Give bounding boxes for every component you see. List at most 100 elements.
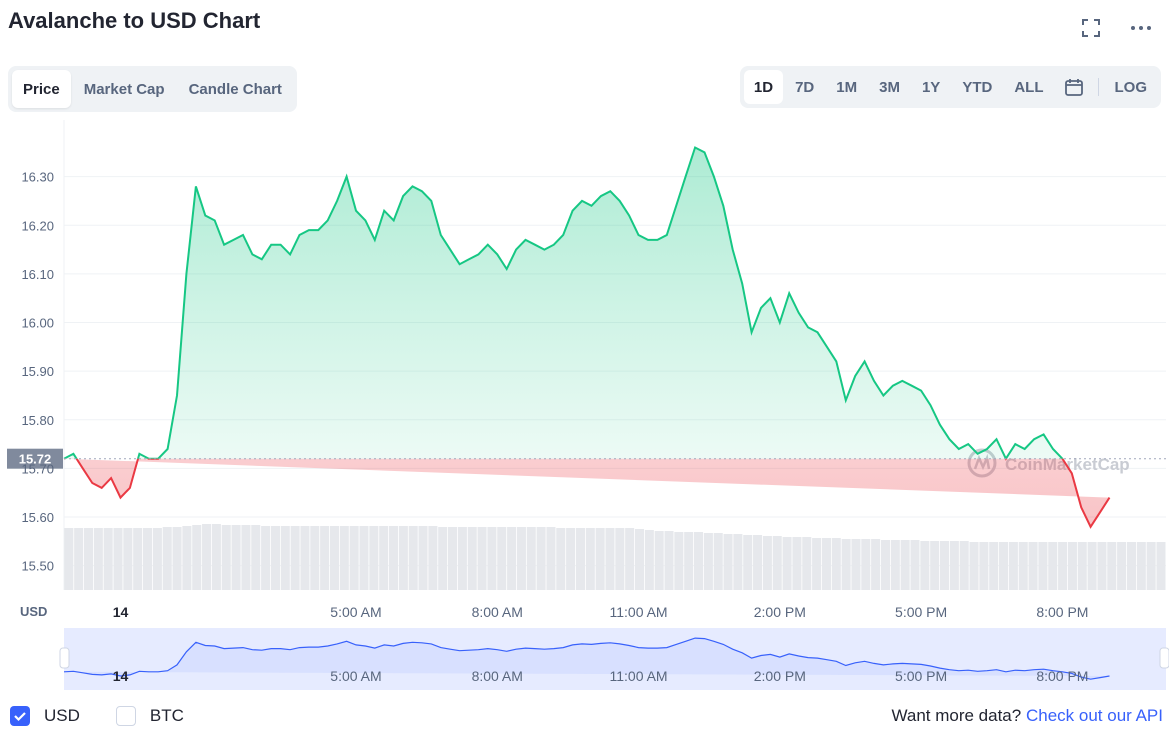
volume-bar — [1058, 542, 1068, 590]
currency-legend: USD BTC — [10, 706, 208, 726]
volume-bar — [605, 528, 615, 590]
volume-bar — [408, 526, 418, 590]
volume-bar — [83, 528, 94, 590]
range-navigator[interactable]: 14 5:00 AM 8:00 AM 11:00 AM 2:00 PM 5:00 PM 8:… — [59, 628, 1169, 690]
volume-bar — [123, 528, 133, 590]
x-axis-ticks: 14 5:00 AM 8:00 AM 11:00 AM 2:00 PM 5:00 PM 8:… — [113, 604, 1089, 620]
volume-bar — [398, 526, 408, 590]
navigator-right-handle[interactable] — [1159, 647, 1169, 669]
volume-bar — [113, 528, 123, 590]
volume-bar — [507, 527, 517, 590]
tab-price[interactable]: Price — [12, 70, 71, 108]
log-toggle[interactable]: LOG — [1105, 70, 1158, 104]
volume-bar — [64, 528, 74, 590]
volume-bar — [202, 524, 212, 590]
volume-bar — [930, 541, 940, 590]
volume-bar — [290, 526, 300, 590]
x-tick-label: 5:00 AM — [330, 604, 381, 620]
volume-bar — [979, 542, 989, 590]
y-tick-label: 15.80 — [21, 413, 54, 428]
range-1m[interactable]: 1M — [826, 70, 867, 104]
volume-bar — [280, 526, 290, 590]
x-tick-label: 8:00 AM — [472, 604, 523, 620]
volume-bar — [871, 539, 881, 590]
more-icon[interactable] — [1127, 14, 1155, 42]
volume-bar — [831, 538, 841, 590]
volume-bar — [103, 528, 113, 590]
volume-bar — [959, 541, 969, 590]
volume-bar — [143, 528, 153, 590]
navigator-left-handle[interactable] — [59, 647, 70, 669]
volume-bar — [310, 526, 320, 590]
api-link[interactable]: Check out our API — [1026, 706, 1163, 725]
volume-bar — [1067, 542, 1077, 590]
legend-item-btc[interactable]: BTC — [115, 706, 184, 726]
volume-bar — [162, 527, 172, 590]
legend-item-usd[interactable]: USD — [10, 706, 80, 726]
tab-candle-chart[interactable]: Candle Chart — [178, 70, 293, 108]
volume-bar — [211, 524, 221, 590]
x-tick-label: 14 — [113, 604, 129, 620]
navigator-x-tick-label: 5:00 AM — [330, 668, 381, 684]
range-1d[interactable]: 1D — [743, 70, 784, 104]
volume-bar — [939, 541, 950, 590]
volume-bar — [556, 528, 566, 590]
chart-type-tabs: Price Market Cap Candle Chart — [8, 66, 297, 112]
volume-bar — [575, 528, 585, 590]
volume-bar — [536, 527, 546, 590]
volume-bar — [900, 540, 910, 590]
volume-bar — [674, 532, 684, 590]
volume-bar — [369, 526, 379, 590]
volume-bar — [821, 538, 831, 590]
usd-checkbox[interactable] — [10, 706, 30, 726]
volume-bar — [1156, 542, 1166, 590]
y-tick-label: 15.50 — [21, 559, 54, 574]
range-1y[interactable]: 1Y — [912, 70, 950, 104]
volume-bar — [467, 527, 477, 590]
usd-label: USD — [44, 706, 80, 725]
volume-bar — [723, 534, 733, 590]
volume-bar — [920, 541, 930, 590]
navigator-x-tick-label: 5:00 PM — [895, 668, 947, 684]
calendar-icon[interactable] — [1056, 70, 1092, 104]
volume-bar — [762, 536, 772, 590]
price-chart[interactable]: CoinMarketCap 15.72 15.5015.6015.7015.80… — [0, 120, 1169, 700]
volume-bar — [654, 531, 664, 590]
volume-bar — [546, 527, 556, 590]
volume-bar — [1008, 542, 1018, 590]
volume-bar — [1028, 542, 1038, 590]
range-7d[interactable]: 7D — [785, 70, 824, 104]
x-tick-label: 11:00 AM — [609, 604, 667, 620]
check-icon — [14, 712, 26, 722]
chart-toolbar — [1077, 14, 1155, 42]
volume-bar — [566, 528, 576, 590]
range-ytd[interactable]: YTD — [952, 70, 1002, 104]
range-3m[interactable]: 3M — [869, 70, 910, 104]
volume-bar — [1146, 542, 1156, 590]
y-axis-ticks: 15.50 15.60 15.70 15.80 15.90 16.00 16.10 16.20… — [21, 170, 54, 574]
volume-bar — [989, 542, 999, 590]
x-tick-label: 2:00 PM — [754, 604, 806, 620]
volume-bar — [812, 538, 822, 590]
volume-bar — [487, 527, 497, 590]
tab-market-cap[interactable]: Market Cap — [73, 70, 176, 108]
btc-checkbox[interactable] — [115, 706, 136, 726]
volume-bar — [221, 525, 231, 590]
volume-bar — [792, 537, 802, 590]
volume-bar — [949, 541, 959, 590]
volume-bar — [526, 527, 536, 590]
volume-bar — [713, 533, 723, 590]
volume-bar — [1038, 542, 1048, 590]
volume-bar — [969, 542, 979, 590]
navigator-x-tick-label: 11:00 AM — [609, 668, 667, 684]
volume-bar — [1018, 542, 1028, 590]
volume-bar — [192, 525, 202, 590]
volume-bar — [241, 525, 251, 590]
volume-bar — [320, 526, 330, 590]
volume-bar — [743, 535, 753, 590]
fullscreen-icon[interactable] — [1077, 14, 1105, 42]
page-title: Avalanche to USD Chart — [8, 8, 261, 33]
volume-bar — [231, 525, 241, 590]
range-all[interactable]: ALL — [1004, 70, 1053, 104]
volume-bar — [1048, 542, 1058, 590]
